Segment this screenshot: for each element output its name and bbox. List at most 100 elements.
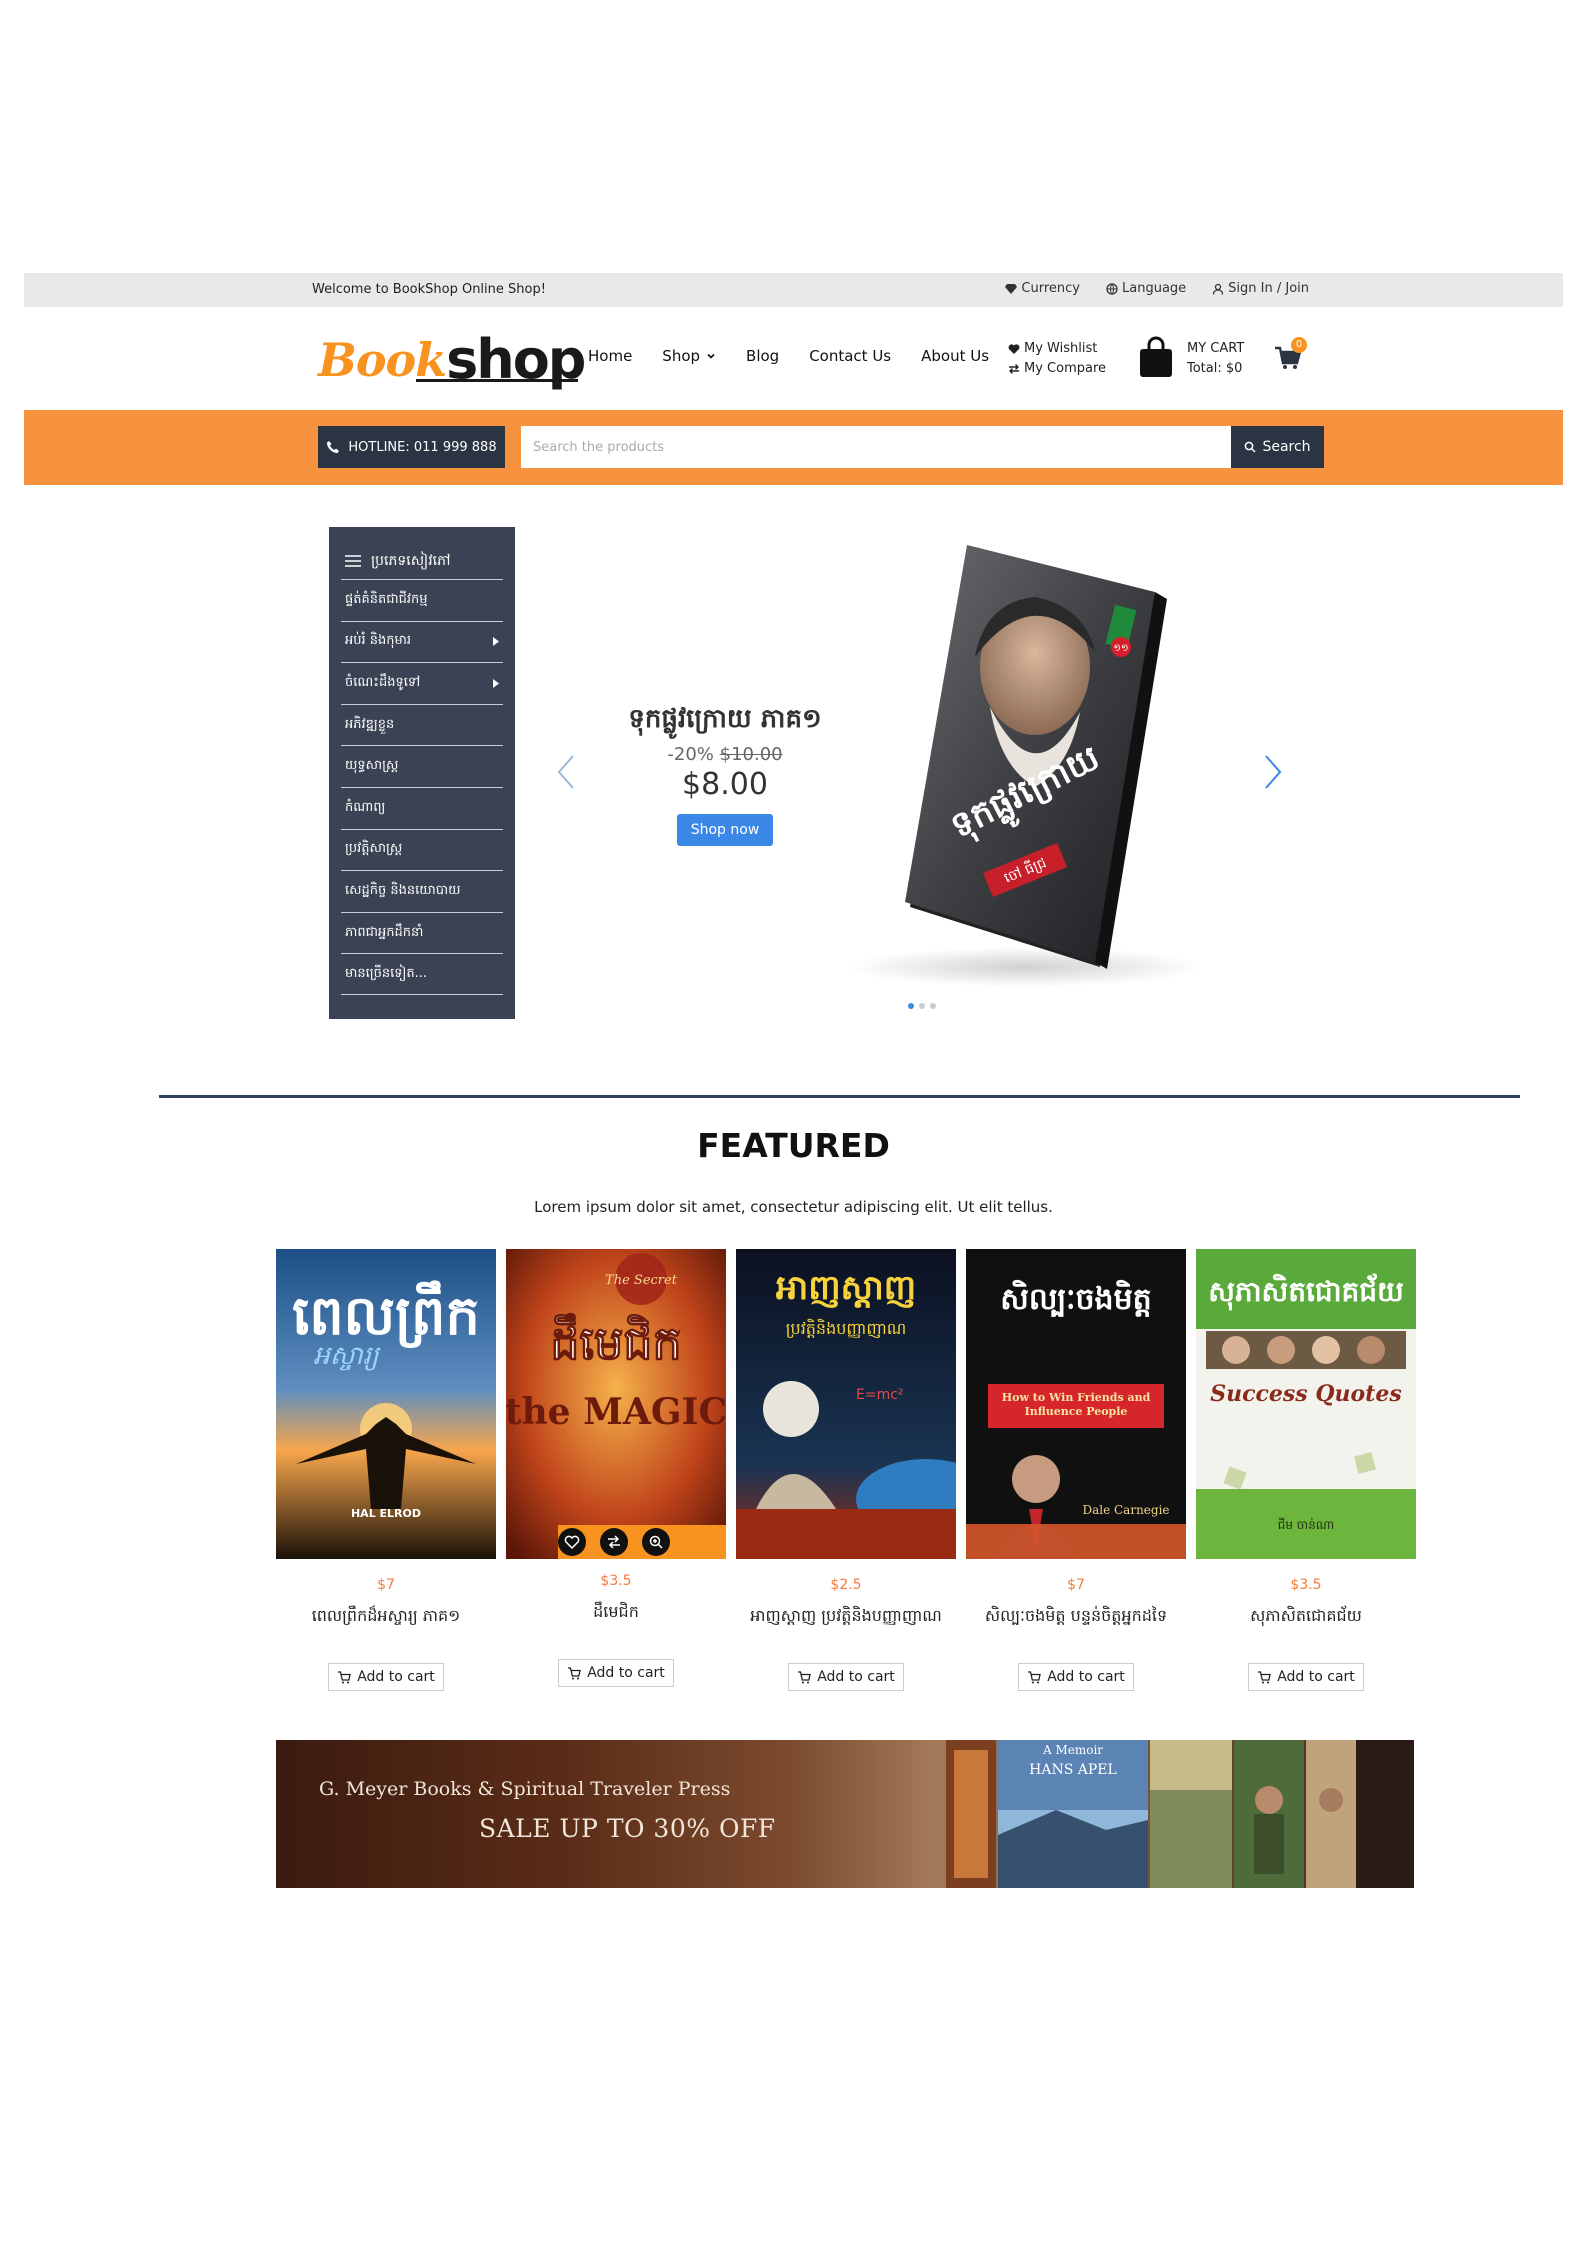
nav-home[interactable]: Home (588, 347, 632, 365)
nav-about[interactable]: About Us (921, 347, 989, 365)
wishlist-label: My Wishlist (1024, 341, 1098, 356)
slider-dot[interactable] (930, 1003, 936, 1009)
product-name[interactable]: សុភាសិតជោគជ័យ (1196, 1605, 1416, 1629)
nav-blog[interactable]: Blog (746, 347, 779, 365)
language-label: Language (1122, 281, 1187, 296)
category-label: កំណាព្យ (345, 799, 386, 815)
category-item[interactable]: ផ្ទត់គំនិតជាជីវកម្ម (341, 579, 503, 621)
product-cover-image[interactable]: The Secret ដឹមេជិក the MAGIC (506, 1249, 726, 1559)
category-item[interactable]: អភិវឌ្ឍខ្លួន (341, 703, 503, 746)
user-icon (1213, 283, 1224, 295)
slider-prev-arrow-icon[interactable] (555, 752, 577, 792)
slide-title: ទុកផ្លូវក្រោយ ភាគ១ (628, 704, 822, 734)
hotline-button[interactable]: HOTLINE: 011 999 888 (318, 426, 505, 468)
add-to-cart-button[interactable]: Add to cart (328, 1663, 444, 1691)
category-item[interactable]: ចំណេះដឹងទូទៅ (341, 662, 503, 704)
product-name[interactable]: អាញស្តាញ ប្រវត្តិនិងបញ្ញាញាណ (736, 1605, 956, 1629)
category-item[interactable]: អប់រំ និងកុមារ (341, 620, 503, 663)
wishlist-compare: My Wishlist My Compare (1008, 339, 1106, 379)
section-divider (159, 1095, 1520, 1098)
slider-dot-active[interactable] (908, 1003, 914, 1009)
zoom-in-icon (649, 1535, 663, 1549)
product-card: The Secret ដឹមេជិក the MAGIC $3.5 ដឹមេជិ… (506, 1249, 726, 1687)
product-card: អាញស្តាញ ប្រវត្តិនិងបញ្ញាញាណ E=mc² $2.5 … (736, 1249, 996, 1691)
product-cover-image[interactable]: សិល្បៈចងមិត្ត How to Win Friends and Inf… (966, 1249, 1186, 1559)
wishlist-action[interactable] (558, 1528, 586, 1556)
category-label: អភិវឌ្ឍខ្លួន (345, 716, 395, 732)
banner-line1: G. Meyer Books & Spiritual Traveler Pres… (319, 1778, 731, 1800)
compare-link[interactable]: My Compare (1008, 359, 1106, 379)
wishlist-link[interactable]: My Wishlist (1008, 339, 1106, 359)
featured-book-image: ១១ ទុកផ្លូវក្រោយ ចៅ ធីជ្រ (905, 545, 1167, 969)
category-item[interactable]: យុទ្ធសាស្ត្រ (341, 745, 503, 787)
add-to-cart-button[interactable]: Add to cart (558, 1659, 674, 1687)
product-cover-image[interactable]: សុភាសិតជោគជ័យ Success Quotes ជីម ចាន់ណា (1196, 1249, 1416, 1559)
shop-now-button[interactable]: Shop now (676, 814, 774, 846)
category-menu-header[interactable]: ប្រភេទសៀវភៅ (329, 527, 515, 579)
cover-1-sub: អស្ចារ្យ (313, 1341, 381, 1371)
slider-next-arrow-icon[interactable] (1262, 752, 1284, 792)
cover-2-title: ដឹមេជិក (550, 1313, 681, 1370)
cover-5-sub: Success Quotes (1210, 1381, 1401, 1407)
compare-action[interactable] (600, 1528, 628, 1556)
product-card: សុភាសិតជោគជ័យ Success Quotes ជីម ចាន់ណា … (1196, 1249, 1416, 1691)
exchange-icon (1009, 364, 1019, 374)
shopping-bag-icon[interactable] (1136, 335, 1176, 379)
signin-link[interactable]: Sign In / Join (1212, 281, 1309, 296)
add-to-cart-label: Add to cart (357, 1669, 435, 1685)
add-to-cart-label: Add to cart (817, 1669, 895, 1685)
slide-discount-percent: -20% (667, 744, 714, 765)
slide-discount: -20% $10.00 (605, 744, 845, 765)
category-item[interactable]: ភាពជាអ្នកដឹកនាំ (341, 911, 503, 954)
add-to-cart-label: Add to cart (587, 1665, 665, 1681)
cart-total: Total: $0 (1187, 361, 1243, 376)
product-name[interactable]: សិល្បៈចងមិត្ត បន្ទន់ចិត្តអ្នកដទៃ (966, 1605, 1186, 1629)
search-bar: HOTLINE: 011 999 888 Search (24, 410, 1563, 485)
logo-underline (416, 379, 578, 382)
cart-icon (798, 1670, 812, 1683)
currency-selector[interactable]: Currency (1005, 281, 1080, 296)
promo-banner[interactable]: G. Meyer Books & Spiritual Traveler Pres… (276, 1740, 1414, 1888)
hero-slider: ទុកផ្លូវក្រោយ ភាគ១ -20% $10.00 $8.00 Sho… (515, 527, 1290, 1019)
search-button[interactable]: Search (1231, 426, 1324, 468)
nav-contact[interactable]: Contact Us (809, 347, 891, 365)
banner-book-collage: A Memoir HANS APEL (946, 1740, 1414, 1888)
category-item[interactable]: សេដ្ឋកិច្ច និងនយោបាយ (341, 870, 503, 912)
product-price: $3.5 (600, 1573, 632, 1589)
cover-5-title: សុភាសិតជោគជ័យ (1208, 1273, 1404, 1311)
product-price: $2.5 (830, 1577, 862, 1593)
search-input[interactable] (521, 426, 1231, 468)
nav-contact-label: Contact Us (809, 347, 892, 365)
slider-dot[interactable] (919, 1003, 925, 1009)
banner-line2: SALE UP TO 30% OFF (479, 1814, 776, 1843)
category-item[interactable]: មានច្រើនទៀត... (341, 953, 503, 995)
add-to-cart-button[interactable]: Add to cart (788, 1663, 904, 1691)
language-selector[interactable]: Language (1106, 281, 1186, 296)
quickview-action[interactable] (642, 1528, 670, 1556)
product-cover-image[interactable]: អាញស្តាញ ប្រវត្តិនិងបញ្ញាញាណ E=mc² (736, 1249, 996, 1559)
caret-right-icon (493, 678, 499, 688)
search-icon (1245, 441, 1256, 453)
exchange-icon (608, 1535, 620, 1549)
product-name[interactable]: ដឹមេជិក (506, 1601, 726, 1625)
nav-home-label: Home (588, 347, 633, 365)
logo[interactable]: Book shop (318, 331, 586, 388)
nav-shop[interactable]: Shop (662, 347, 716, 365)
hotline-label: HOTLINE: 011 999 888 (348, 439, 497, 455)
product-name[interactable]: ពេលព្រឹកដ៏អស្ចារ្យ ភាគ១ (276, 1605, 496, 1629)
product-price: $7 (1067, 1577, 1085, 1593)
add-to-cart-button[interactable]: Add to cart (1018, 1663, 1134, 1691)
nav-shop-label: Shop (662, 347, 701, 365)
product-cover-image[interactable]: ពេលព្រឹក អស្ចារ្យ HAL ELROD (276, 1249, 496, 1559)
cover-2-author: The Secret (605, 1273, 678, 1288)
cart-icon (338, 1670, 352, 1683)
category-item[interactable]: កំណាព្យ (341, 786, 503, 829)
category-item[interactable]: ប្រវត្តិសាស្ត្រ (341, 828, 503, 871)
top-bar: Welcome to BookShop Online Shop! Currenc… (24, 273, 1563, 307)
cart-summary[interactable]: MY CART Total: $0 (1187, 339, 1244, 379)
cover-5-author: ជីម ចាន់ណា (1278, 1517, 1335, 1532)
cart-count-badge: 0 (1291, 337, 1307, 353)
add-to-cart-button[interactable]: Add to cart (1248, 1663, 1364, 1691)
nav-blog-label: Blog (746, 347, 780, 365)
category-label: ភាពជាអ្នកដឹកនាំ (345, 924, 424, 940)
